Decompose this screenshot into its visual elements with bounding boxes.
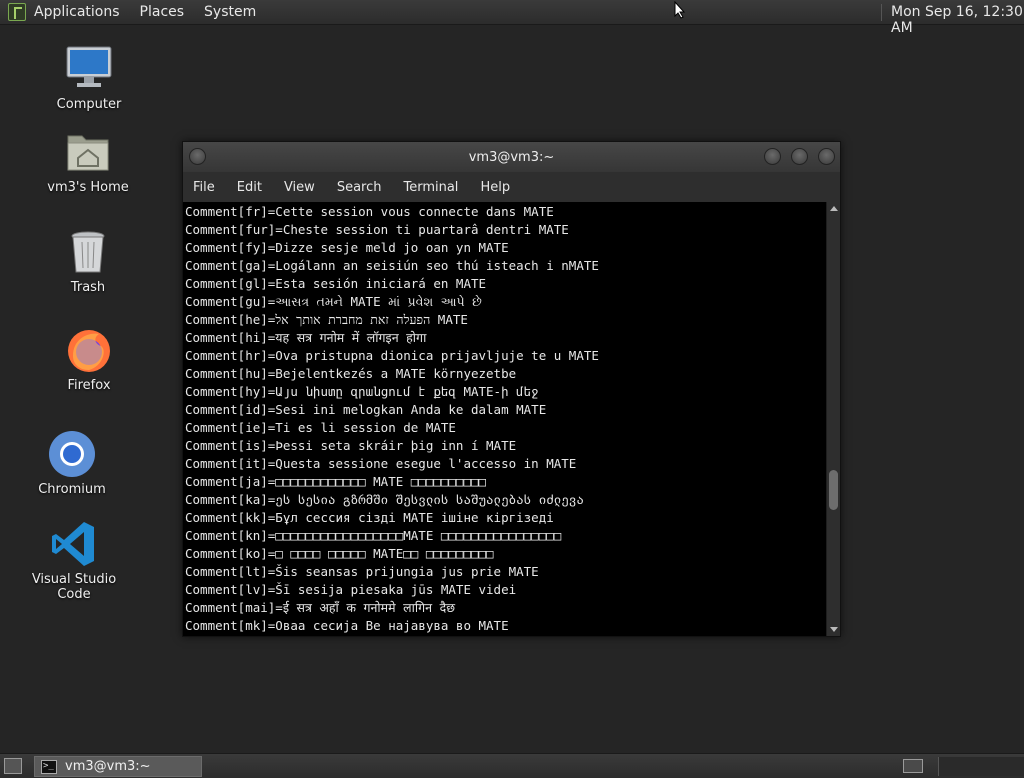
- vscode-icon: [50, 520, 98, 568]
- menu-system[interactable]: System: [204, 4, 256, 20]
- top-panel: Applications Places System Mon Sep 16, 1…: [0, 0, 1024, 36]
- terminal-icon: >_: [41, 759, 57, 774]
- menu-search[interactable]: Search: [337, 180, 382, 195]
- terminal-line: Comment[hi]=यह सत्र गनोम में लॉगइन होगा: [185, 330, 427, 345]
- terminal-line: Comment[ko]=□ □□□□ □□□□□ MATE□□ □□□□□□□□…: [185, 546, 494, 561]
- desktop-icon-computer[interactable]: Computer: [29, 45, 149, 112]
- scroll-up-arrow-icon[interactable]: [830, 206, 838, 211]
- terminal-line: Comment[gu]=આસત્ર તમને MATE માં પ્રવેશ આ…: [185, 294, 482, 309]
- mate-logo-icon[interactable]: [8, 3, 26, 21]
- terminal-line: Comment[hu]=Bejelentkezés a MATE környez…: [185, 366, 517, 381]
- desktop-icon-chromium[interactable]: Chromium: [12, 430, 132, 497]
- menu-file[interactable]: File: [193, 180, 215, 195]
- workspace-switcher-2[interactable]: [938, 757, 1024, 776]
- terminal-line: Comment[ie]=Ti es li session de MATE: [185, 420, 456, 435]
- home-folder-icon: [64, 128, 112, 176]
- chromium-icon: [48, 430, 96, 478]
- terminal-line: Comment[ka]=ეს სესია გზრმში შესვლის საშუ…: [185, 492, 584, 507]
- computer-icon: [65, 45, 113, 93]
- terminal-line: Comment[mk]=Оваа сесија Ве најавува во M…: [185, 618, 509, 633]
- taskbar-button-label: vm3@vm3:~: [65, 759, 151, 774]
- window-title: vm3@vm3:~: [468, 150, 555, 165]
- terminal-scrollbar[interactable]: [826, 202, 840, 636]
- terminal-window[interactable]: vm3@vm3:~ File Edit View Search Terminal…: [182, 141, 841, 637]
- terminal-line: Comment[is]=Þessi seta skráir þig inn í …: [185, 438, 517, 453]
- terminal-line: Comment[ga]=Logálann an seisiún seo thú …: [185, 258, 599, 273]
- terminal-line: Comment[mai]=ई सत्र अहाँ क गनोममे लागिन …: [185, 600, 455, 615]
- terminal-line: Comment[lt]=Šis seansas prijungia jus pr…: [185, 564, 539, 579]
- terminal-menubar: File Edit View Search Terminal Help: [183, 172, 840, 202]
- terminal-line: Comment[it]=Questa sessione esegue l'acc…: [185, 456, 577, 471]
- terminal-line: Comment[hr]=Ova pristupna dionica prijav…: [185, 348, 599, 363]
- menu-help[interactable]: Help: [480, 180, 510, 195]
- show-desktop-icon[interactable]: [4, 758, 22, 774]
- desktop-icon-home[interactable]: vm3's Home: [28, 128, 148, 195]
- clock[interactable]: Mon Sep 16, 12:30 AM: [891, 4, 1024, 36]
- terminal-line: Comment[kn]=□□□□□□□□□□□□□□□□□MATE □□□□□□…: [185, 528, 562, 543]
- desktop-icon-trash[interactable]: Trash: [28, 228, 148, 295]
- terminal-line: Comment[kk]=Бұл сессия сізді MATE ішіне …: [185, 510, 554, 525]
- mouse-pointer-icon: [674, 0, 686, 23]
- desktop-icon-vscode[interactable]: Visual Studio Code: [14, 520, 134, 602]
- terminal-line: Comment[he]=הפעלה זאת מחברת אותך אל MATE: [185, 312, 468, 327]
- menu-view[interactable]: View: [284, 180, 315, 195]
- maximize-button[interactable]: [791, 148, 808, 165]
- trash-icon: [64, 228, 112, 276]
- bottom-panel: >_ vm3@vm3:~: [0, 753, 1024, 778]
- menu-applications[interactable]: Applications: [34, 4, 120, 20]
- workspace-switcher-1[interactable]: [903, 759, 923, 773]
- terminal-line: Comment[gl]=Esta sesión iniciará en MATE: [185, 276, 487, 291]
- firefox-icon: [65, 326, 113, 374]
- terminal-output[interactable]: Comment[fr]=Cette session vous connecte …: [183, 202, 826, 636]
- window-titlebar[interactable]: vm3@vm3:~: [183, 142, 840, 172]
- desktop-icon-firefox[interactable]: Firefox: [29, 326, 149, 393]
- taskbar-button-terminal[interactable]: >_ vm3@vm3:~: [34, 756, 202, 777]
- terminal-line: Comment[hy]=Այս նիստը զրանցում է քեզ MAT…: [185, 384, 539, 399]
- terminal-line: Comment[id]=Sesi ini melogkan Anda ke da…: [185, 402, 547, 417]
- terminal-line: Comment[fur]=Cheste session ti puartarâ …: [185, 222, 569, 237]
- terminal-line: Comment[fy]=Dizze sesje meld jo oan yn M…: [185, 240, 509, 255]
- panel-separator: [881, 4, 882, 21]
- terminal-line: Comment[ja]=□□□□□□□□□□□□ MATE □□□□□□□□□□: [185, 474, 487, 489]
- close-button[interactable]: [818, 148, 835, 165]
- menu-terminal[interactable]: Terminal: [403, 180, 458, 195]
- minimize-button[interactable]: [764, 148, 781, 165]
- terminal-line: Comment[fr]=Cette session vous connecte …: [185, 204, 554, 219]
- menu-places[interactable]: Places: [140, 4, 185, 20]
- scroll-down-arrow-icon[interactable]: [830, 627, 838, 632]
- scrollbar-thumb[interactable]: [829, 470, 838, 510]
- menu-edit[interactable]: Edit: [237, 180, 262, 195]
- terminal-line: Comment[lv]=Šī sesija piesaka jūs MATE v…: [185, 582, 517, 597]
